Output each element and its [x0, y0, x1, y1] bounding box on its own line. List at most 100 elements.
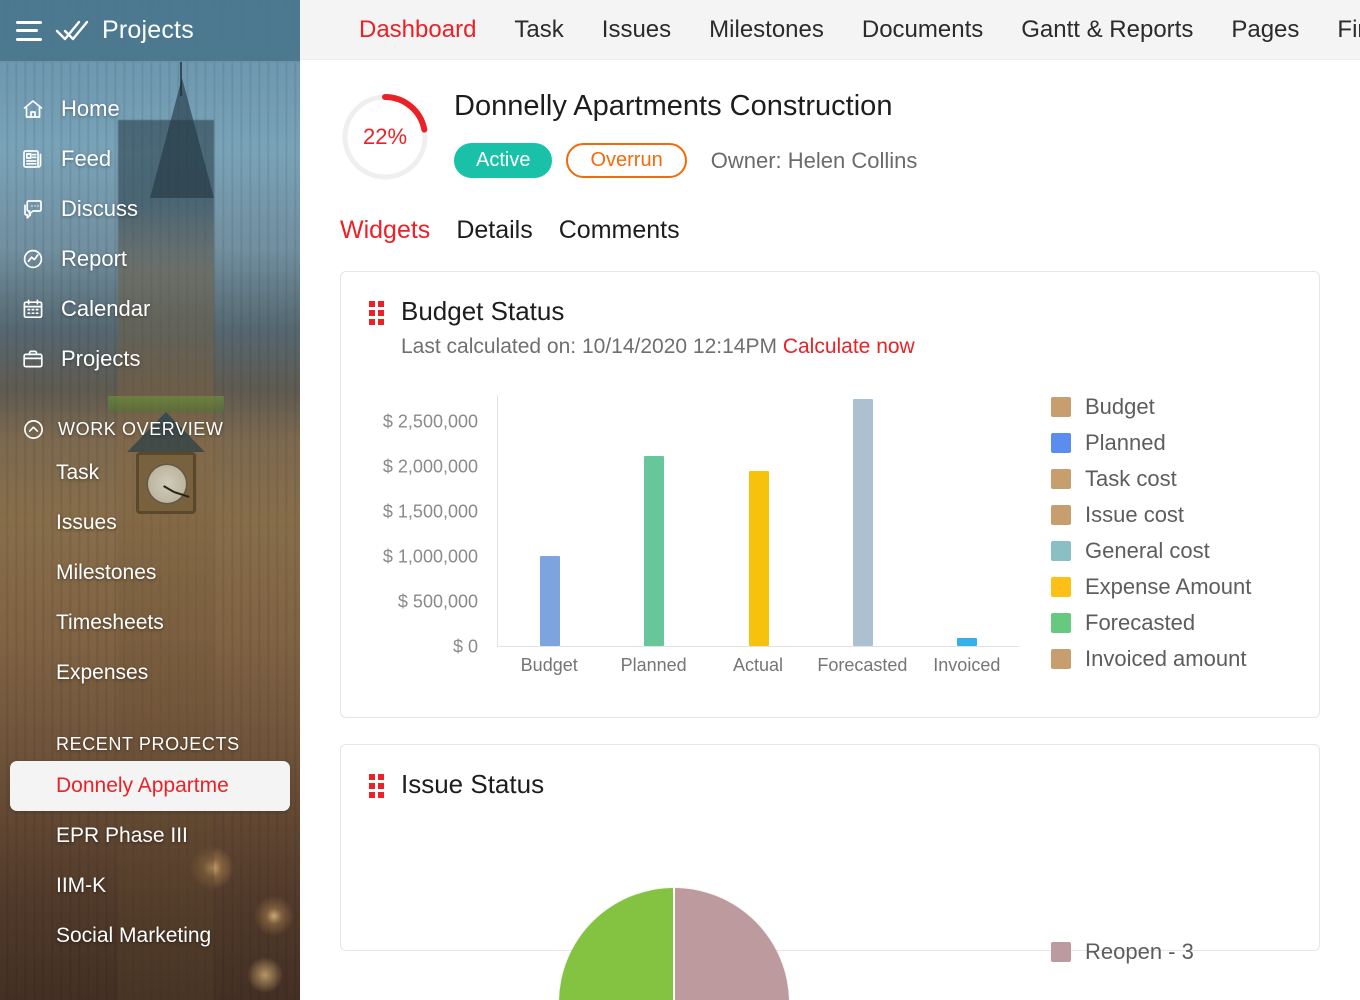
- widget-title: Issue Status: [401, 769, 545, 799]
- sidebar-section-work-overview[interactable]: WORK OVERVIEW: [0, 416, 300, 442]
- sidebar-section-recent-projects: RECENT PROJECTS: [0, 734, 300, 755]
- bar-actual[interactable]: [748, 470, 769, 646]
- widget-budget-status: Budget Status Last calculated on: 10/14/…: [340, 271, 1320, 718]
- legend-swatch: [1051, 613, 1071, 633]
- bar-forecasted[interactable]: [852, 398, 873, 646]
- legend-label: Forecasted: [1085, 610, 1196, 635]
- x-axis-tick: Invoiced: [933, 655, 1001, 675]
- sidebar-item-home[interactable]: Home: [0, 84, 300, 134]
- legend-item[interactable]: Forecasted: [1051, 605, 1251, 641]
- legend-item[interactable]: Task cost: [1051, 461, 1251, 497]
- legend-item[interactable]: Reopen - 3: [1051, 934, 1194, 970]
- x-axis-tick: Actual: [733, 655, 784, 675]
- calculate-now-link[interactable]: Calculate now: [783, 335, 915, 358]
- sub-item-label: Expenses: [56, 661, 149, 684]
- sidebar-item-report[interactable]: Report: [0, 234, 300, 284]
- tab-milestones[interactable]: Milestones: [690, 0, 843, 59]
- pie-slices: [559, 888, 789, 1000]
- subtab-details[interactable]: Details: [456, 216, 532, 245]
- issue-pie-chart: [369, 830, 1029, 1000]
- sidebar-item-epr-phase-iii[interactable]: EPR Phase III: [0, 811, 300, 861]
- legend-item[interactable]: Expense Amount: [1051, 569, 1251, 605]
- last-calculated-value: 10/14/2020 12:14PM: [581, 335, 777, 358]
- hamburger-menu-icon[interactable]: [16, 20, 42, 41]
- tab-issues[interactable]: Issues: [583, 0, 690, 59]
- tab-dashboard[interactable]: Dashboard: [340, 0, 495, 59]
- legend-item[interactable]: Issue cost: [1051, 497, 1251, 533]
- status-badge-overrun[interactable]: Overrun: [566, 143, 687, 178]
- sidebar-item-label: Home: [61, 96, 120, 121]
- legend-swatch: [1051, 469, 1071, 489]
- widget-subtitle: Last calculated on: 10/14/2020 12:14PM C…: [401, 335, 1291, 359]
- sidebar-item-label: Discuss: [61, 196, 139, 221]
- drag-handle-icon[interactable]: [369, 300, 385, 325]
- sidebar-item-iim-k[interactable]: IIM-K: [0, 861, 300, 911]
- bar-slot: [915, 395, 1019, 646]
- legend-swatch: [1051, 433, 1071, 453]
- widget-header: Budget Status: [369, 296, 1291, 327]
- sub-item-label: Milestones: [56, 561, 157, 584]
- tab-pages[interactable]: Pages: [1212, 0, 1318, 59]
- sidebar-item-social-marketing[interactable]: Social Marketing: [0, 911, 300, 961]
- budget-bar-chart: $ 0 $ 500,000 $ 1,000,000 $ 1,500,000 $ 2,00…: [369, 387, 1029, 697]
- y-axis-tick: $ 1,000,000: [382, 546, 478, 567]
- page-title: Donnelly Apartments Construction: [454, 90, 893, 122]
- bar-budget[interactable]: [540, 556, 561, 646]
- legend-label: General cost: [1085, 538, 1210, 563]
- report-icon: [20, 246, 46, 272]
- sidebar-item-projects[interactable]: Projects: [0, 334, 300, 384]
- sub-item-label: Donnely Appartme: [56, 774, 229, 797]
- subtab-widgets[interactable]: Widgets: [340, 216, 430, 245]
- sidebar-item-issues[interactable]: Issues: [0, 498, 300, 548]
- sidebar-item-calendar[interactable]: Calendar: [0, 284, 300, 334]
- sub-item-label: Task: [56, 461, 100, 484]
- subtab-comments[interactable]: Comments: [559, 216, 680, 245]
- issue-chart-legend: Reopen - 3: [1051, 830, 1194, 964]
- y-axis-tick: $ 0: [452, 636, 478, 657]
- top-navigation: Dashboard Task Issues Milestones Documen…: [300, 0, 1360, 60]
- tab-task[interactable]: Task: [495, 0, 582, 59]
- sidebar-item-expenses[interactable]: Expenses: [0, 648, 300, 698]
- widget-header: Issue Status: [369, 769, 1291, 800]
- discuss-icon: [20, 196, 46, 222]
- budget-chart-wrapper: $ 0 $ 500,000 $ 1,000,000 $ 1,500,000 $ 2,00…: [369, 387, 1291, 697]
- legend-swatch: [1051, 505, 1071, 525]
- legend-item[interactable]: Invoiced amount: [1051, 641, 1251, 677]
- status-badge-active[interactable]: Active: [454, 143, 553, 178]
- sidebar-item-label: Projects: [61, 346, 141, 371]
- legend-item[interactable]: Planned: [1051, 425, 1251, 461]
- sidebar-header: Projects: [0, 0, 300, 62]
- bar-invoiced[interactable]: [956, 637, 977, 646]
- feed-icon: [20, 146, 46, 172]
- tab-financials[interactable]: Financ: [1318, 0, 1360, 59]
- tab-documents[interactable]: Documents: [843, 0, 1002, 59]
- sidebar-item-feed[interactable]: Feed: [0, 134, 300, 184]
- section-label: WORK OVERVIEW: [58, 418, 224, 439]
- sidebar-item-donnely-appartme[interactable]: Donnely Appartme: [10, 761, 290, 811]
- legend-swatch: [1051, 649, 1071, 669]
- sidebar-item-label: Calendar: [61, 296, 151, 321]
- bar-series: [498, 395, 1019, 646]
- tab-gantt-and-reports[interactable]: Gantt & Reports: [1002, 0, 1212, 59]
- sidebar-item-timesheets[interactable]: Timesheets: [0, 598, 300, 648]
- bar-planned[interactable]: [644, 456, 665, 646]
- legend-label: Task cost: [1085, 466, 1177, 491]
- sidebar-item-milestones[interactable]: Milestones: [0, 548, 300, 598]
- page-content: 22% Donnelly Apartments Construction Act…: [300, 60, 1360, 1000]
- legend-item[interactable]: General cost: [1051, 533, 1251, 569]
- bar-slot: [602, 395, 706, 646]
- sub-item-label: Timesheets: [56, 611, 164, 634]
- legend-item[interactable]: Budget: [1051, 389, 1251, 425]
- x-axis-tick: Forecasted: [817, 655, 908, 675]
- section-label: RECENT PROJECTS: [56, 734, 240, 754]
- legend-swatch: [1051, 942, 1071, 962]
- sidebar-item-task[interactable]: Task: [0, 448, 300, 498]
- drag-handle-icon[interactable]: [369, 773, 385, 798]
- project-owner: Owner: Helen Collins: [710, 147, 918, 173]
- bar-slot: [811, 395, 915, 646]
- sidebar-item-discuss[interactable]: Discuss: [0, 184, 300, 234]
- sidebar-item-label: Feed: [61, 146, 112, 171]
- legend-label: Invoiced amount: [1085, 646, 1247, 671]
- sub-item-label: Issues: [56, 511, 117, 534]
- x-axis-tick: Planned: [620, 655, 687, 675]
